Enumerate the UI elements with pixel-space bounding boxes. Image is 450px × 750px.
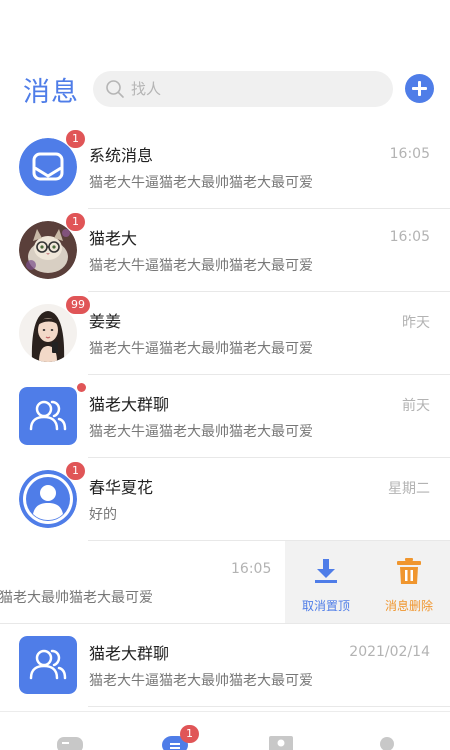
conversation-item-group-2[interactable]: 猫老大群聊 2021/02/14 猫老大牛逼猫老大最帅猫老大最可爱 [0, 624, 450, 707]
conversation-time: 昨天 [402, 315, 430, 331]
avatar [19, 304, 77, 362]
group-icon [19, 636, 77, 694]
conversation-name: 猫老大 [89, 229, 138, 248]
trash-icon [397, 558, 421, 584]
conversation-list: 1 系统消息 16:05 猫老大牛逼猫老大最帅猫老大最可爱 1 猫老大 16:0… [0, 126, 450, 711]
conversation-preview: 猫老大牛逼猫老大最帅猫老大最可爱 [89, 258, 313, 274]
conversation-time: 16:05 [389, 229, 430, 245]
conversation-item-system[interactable]: 1 系统消息 16:05 猫老大牛逼猫老大最帅猫老大最可爱 [0, 126, 450, 209]
unpin-button[interactable]: 取消置顶 [285, 541, 367, 624]
unread-dot [77, 383, 86, 392]
conversation-preview: 猫老大牛逼猫老大最帅猫老大最可爱 [89, 673, 313, 689]
conversation-preview: 猫老大牛逼猫老大最帅猫老大最可爱 [89, 341, 313, 357]
conversation-time: 16:05 [389, 146, 430, 162]
page-title: 消息 [23, 77, 79, 108]
conversation-name: 春华夏花 [89, 478, 154, 497]
conversation-preview: 好的 [89, 507, 117, 523]
conversation-time: 2021/02/14 [349, 644, 430, 660]
group-icon [19, 387, 77, 445]
download-icon [315, 559, 337, 583]
unread-badge: 1 [66, 462, 85, 480]
conversation-item-swiped[interactable]: 16:05 猫老大最帅猫老大最可爱 取消置顶 消息删除 [0, 541, 450, 624]
conversation-name: 猫老大群聊 [89, 395, 170, 414]
search-icon [106, 80, 124, 98]
unread-badge: 99 [66, 296, 90, 314]
conversation-preview: 猫老大牛逼猫老大最帅猫老大最可爱 [89, 175, 313, 191]
game-controller-icon[interactable] [56, 736, 84, 750]
conversation-time: 16:05 [231, 561, 272, 577]
bottom-tab-bar: 1 [0, 711, 450, 750]
conversation-item-chunhua[interactable]: 1 春华夏花 星期二 好的 [0, 458, 450, 541]
delete-button[interactable]: 消息删除 [368, 541, 450, 624]
conversation-item-jiangjiang[interactable]: 99 姜姜 昨天 猫老大牛逼猫老大最帅猫老大最可爱 [0, 292, 450, 375]
user-icon [19, 470, 77, 528]
add-button[interactable] [405, 74, 434, 103]
conversation-item-maolaoda[interactable]: 1 猫老大 16:05 猫老大牛逼猫老大最帅猫老大最可爱 [0, 209, 450, 292]
conversation-time: 星期二 [388, 481, 430, 497]
message-tab-badge: 1 [180, 725, 199, 743]
conversation-name: 系统消息 [89, 146, 154, 165]
swipe-actions: 取消置顶 消息删除 [285, 541, 450, 624]
conversation-name: 猫老大群聊 [89, 644, 170, 663]
conversation-preview: 猫老大最帅猫老大最可爱 [0, 590, 153, 606]
conversation-preview: 猫老大牛逼猫老大最帅猫老大最可爱 [89, 424, 313, 440]
avatar [19, 221, 77, 279]
contacts-icon[interactable] [268, 736, 294, 750]
header: 消息 [0, 60, 450, 122]
search-input[interactable] [131, 71, 381, 107]
conversation-time: 前天 [402, 398, 430, 414]
delete-label: 消息删除 [384, 599, 433, 613]
unread-badge: 1 [66, 213, 85, 231]
search-bar[interactable] [93, 71, 393, 107]
profile-icon[interactable] [376, 736, 398, 750]
conversation-item-group[interactable]: 猫老大群聊 前天 猫老大牛逼猫老大最帅猫老大最可爱 [0, 375, 450, 458]
unpin-label: 取消置顶 [301, 599, 350, 613]
unread-badge: 1 [66, 130, 85, 148]
conversation-name: 姜姜 [89, 312, 122, 331]
system-message-icon [19, 138, 77, 196]
